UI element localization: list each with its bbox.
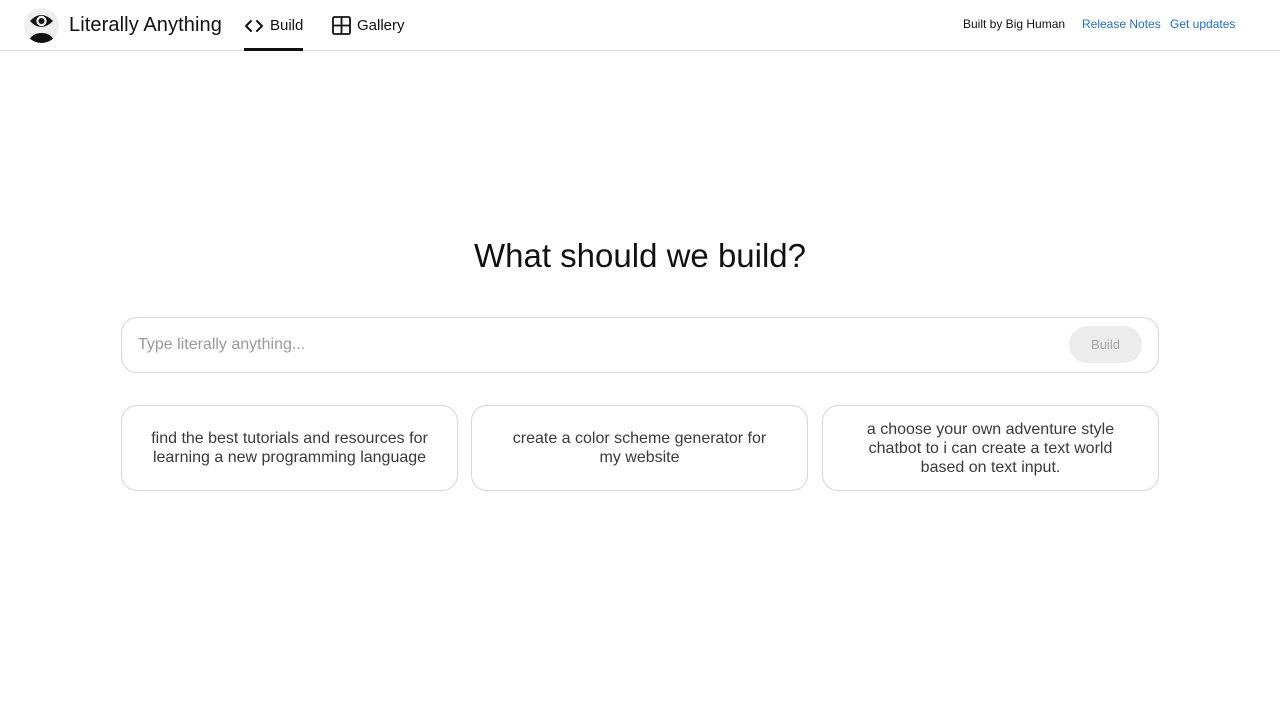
suggestion-text: a choose your own adventure style chatbo… <box>866 420 1115 476</box>
prompt-input[interactable] <box>138 318 1058 372</box>
grid-icon <box>332 16 351 35</box>
built-by-text: Built by Big Human <box>963 17 1066 31</box>
page-title: What should we build? <box>473 237 807 274</box>
build-button[interactable]: Build <box>1069 326 1142 363</box>
tab-gallery[interactable]: Gallery <box>332 0 405 51</box>
suggestion-card[interactable]: a choose your own adventure style chatbo… <box>822 405 1159 491</box>
suggestion-card[interactable]: find the best tutorials and resources fo… <box>121 405 458 491</box>
suggestion-text: find the best tutorials and resources fo… <box>151 430 428 466</box>
suggestion-text: create a color scheme generator for my w… <box>512 430 767 466</box>
eye-person-icon <box>29 15 54 43</box>
get-updates-link[interactable]: Get updates <box>1170 17 1235 31</box>
tab-build-label: Build <box>270 17 304 34</box>
release-notes-link[interactable]: Release Notes <box>1082 17 1161 31</box>
tab-gallery-label: Gallery <box>357 17 405 34</box>
app-title[interactable]: Literally Anything <box>69 14 222 37</box>
top-navigation-bar: Literally Anything Build Gallery Built b… <box>0 0 1280 51</box>
code-icon <box>245 19 263 32</box>
suggestion-card[interactable]: create a color scheme generator for my w… <box>471 405 808 491</box>
tab-build[interactable]: Build <box>244 0 304 51</box>
prompt-box: Build <box>121 317 1159 373</box>
logo[interactable] <box>24 8 59 43</box>
